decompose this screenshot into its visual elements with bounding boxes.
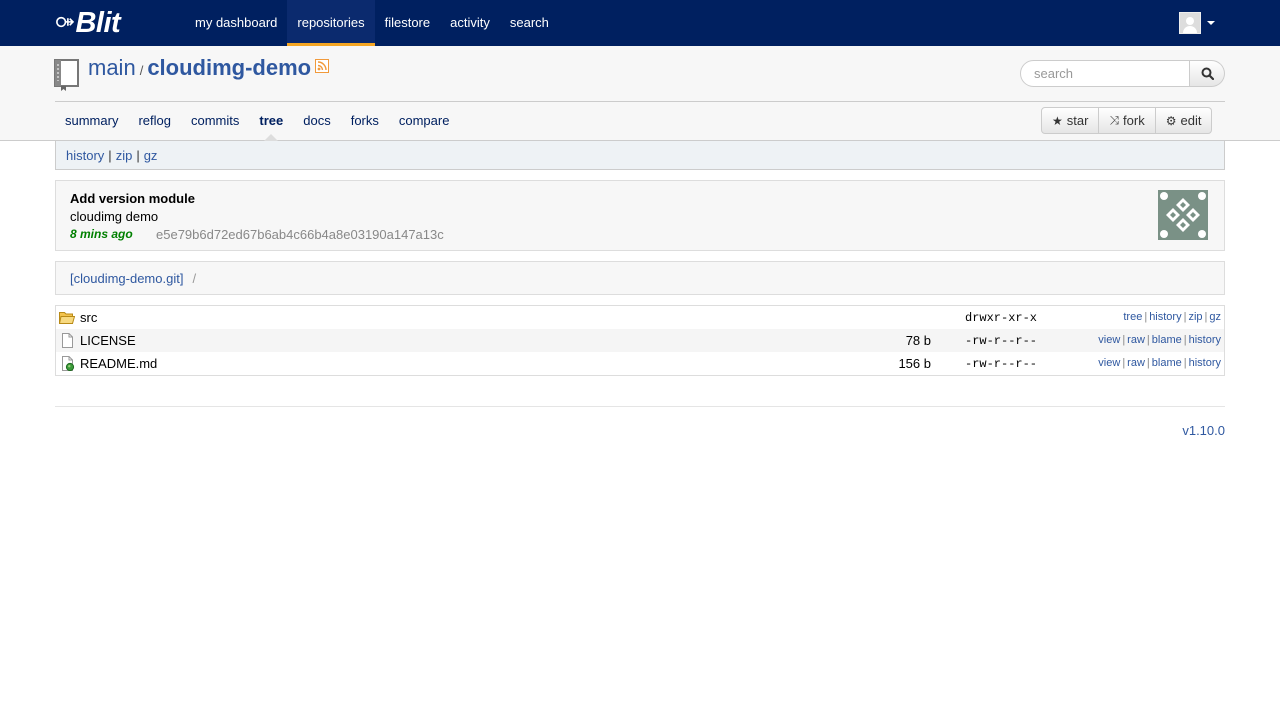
repo-search [1020, 60, 1225, 87]
file-links: tree | history | zip | gz [1123, 311, 1221, 323]
tab-tree[interactable]: tree [249, 102, 293, 141]
path-separator: / [192, 270, 197, 286]
tree-action-bar: history | zip | gz [55, 141, 1225, 170]
zip-link[interactable]: zip [116, 148, 133, 163]
rss-icon[interactable] [315, 59, 329, 73]
link-separator: | [1204, 311, 1208, 323]
commit-header: Add version module cloudimg demo 8 mins … [55, 180, 1225, 251]
tab-forks[interactable]: forks [341, 102, 389, 140]
file-size: 156 b [898, 356, 931, 371]
gz-link[interactable]: gz [144, 148, 158, 163]
nav-my-dashboard[interactable]: my dashboard [185, 0, 287, 46]
file-size: 78 b [905, 333, 931, 348]
fork-icon: ⤨ [1109, 113, 1120, 127]
nav-repositories[interactable]: repositories [287, 0, 375, 46]
file-name-link[interactable]: src [80, 310, 97, 325]
link-separator: | [108, 147, 112, 163]
user-menu[interactable] [1179, 12, 1215, 34]
link-separator: | [1183, 311, 1187, 323]
view-link[interactable]: view [1098, 357, 1120, 369]
avatar[interactable] [1179, 12, 1201, 34]
top-nav: my dashboard repositories filestore acti… [185, 0, 559, 46]
repo-actions: ★ star ⤨ fork ⚙ edit [1041, 107, 1213, 134]
tab-commits[interactable]: commits [181, 102, 249, 140]
tree-link[interactable]: tree [1123, 311, 1142, 323]
project-link[interactable]: main [88, 55, 136, 81]
repository-icon [54, 59, 79, 91]
raw-link[interactable]: raw [1127, 357, 1145, 369]
gz-link[interactable]: gz [1209, 311, 1221, 323]
repo-tabs: summary reflog commits tree docs forks c… [55, 102, 460, 141]
brand-name: Blit [75, 6, 121, 39]
star-label: star [1066, 113, 1089, 128]
link-separator: | [1183, 357, 1187, 369]
file-mode: drwxr-xr-x [965, 311, 1038, 325]
commit-age: 8 mins ago [70, 227, 133, 241]
edit-button[interactable]: ⚙ edit [1155, 107, 1213, 134]
repo-root-link[interactable]: [cloudimg-demo.git] [70, 271, 183, 286]
nav-filestore[interactable]: filestore [375, 0, 441, 46]
link-separator: | [1146, 334, 1150, 346]
nav-activity[interactable]: activity [440, 0, 500, 46]
link-separator: | [1144, 311, 1148, 323]
nav-search[interactable]: search [500, 0, 559, 46]
blame-link[interactable]: blame [1152, 334, 1182, 346]
tab-compare[interactable]: compare [389, 102, 460, 140]
tab-summary[interactable]: summary [55, 102, 128, 140]
link-separator: | [1122, 334, 1126, 346]
top-navbar: ⚩ Blit my dashboard repositories filesto… [0, 0, 1280, 46]
file-icon [62, 333, 73, 348]
zip-link[interactable]: zip [1188, 311, 1202, 323]
brand-logo[interactable]: ⚩ Blit [56, 6, 121, 39]
history-link[interactable]: history [1189, 334, 1221, 346]
star-button[interactable]: ★ star [1041, 107, 1100, 134]
file-links: view | raw | blame | history [1098, 357, 1221, 369]
commit-message: cloudimg demo [70, 209, 159, 224]
link-separator: | [1122, 357, 1126, 369]
view-link[interactable]: view [1098, 334, 1120, 346]
chevron-down-icon[interactable] [1207, 21, 1215, 25]
link-separator: | [1146, 357, 1150, 369]
link-separator: | [1183, 334, 1187, 346]
fork-label: fork [1123, 113, 1145, 128]
blame-link[interactable]: blame [1152, 357, 1182, 369]
star-icon: ★ [1052, 113, 1063, 128]
edit-label: edit [1180, 113, 1202, 128]
avatar-head [1186, 17, 1194, 25]
search-button[interactable] [1190, 60, 1225, 87]
repo-title: main / cloudimg-demo [88, 55, 311, 81]
search-icon [1201, 67, 1214, 80]
markdown-file-icon [62, 356, 75, 371]
table-row: README.md 156 b -rw-r--r-- view | raw | blam… [56, 352, 1224, 375]
fork-button[interactable]: ⤨ fork [1099, 107, 1156, 134]
avatar-body [1183, 26, 1197, 33]
gear-icon: ⚙ [1165, 113, 1177, 128]
version-link[interactable]: v1.10.0 [1182, 423, 1225, 438]
breadcrumb: [cloudimg-demo.git] / [55, 261, 1225, 295]
author-gravatar-icon[interactable] [1158, 190, 1208, 240]
table-row: LICENSE 78 b -rw-r--r-- view | raw | blame | h… [56, 329, 1224, 352]
commit-title-link[interactable]: Add version module [70, 191, 195, 206]
history-link[interactable]: history [1189, 357, 1221, 369]
raw-link[interactable]: raw [1127, 334, 1145, 346]
file-mode: -rw-r--r-- [965, 357, 1038, 371]
tab-reflog[interactable]: reflog [128, 102, 181, 140]
history-link[interactable]: history [66, 148, 104, 163]
file-name-link[interactable]: LICENSE [80, 333, 136, 348]
history-link[interactable]: history [1149, 311, 1181, 323]
search-input[interactable] [1020, 60, 1190, 87]
file-links: view | raw | blame | history [1098, 334, 1221, 346]
link-separator: | [136, 147, 140, 163]
repo-path-separator: / [139, 63, 144, 78]
folder-icon [59, 312, 75, 324]
repo-name-link[interactable]: cloudimg-demo [147, 55, 311, 81]
gitblit-logo-icon: ⚩ [56, 10, 74, 36]
file-name-link[interactable]: README.md [80, 356, 157, 371]
table-row: src drwxr-xr-x tree | history | zip | gz [56, 306, 1224, 329]
file-tree-table: src drwxr-xr-x tree | history | zip | gz LICEN… [55, 305, 1225, 376]
commit-sha-link[interactable]: e5e79b6d72ed67b6ab4c66b4a8e03190a147a13c [156, 227, 444, 242]
tab-docs[interactable]: docs [293, 102, 340, 140]
footer-divider [55, 406, 1225, 407]
file-mode: -rw-r--r-- [965, 334, 1038, 348]
